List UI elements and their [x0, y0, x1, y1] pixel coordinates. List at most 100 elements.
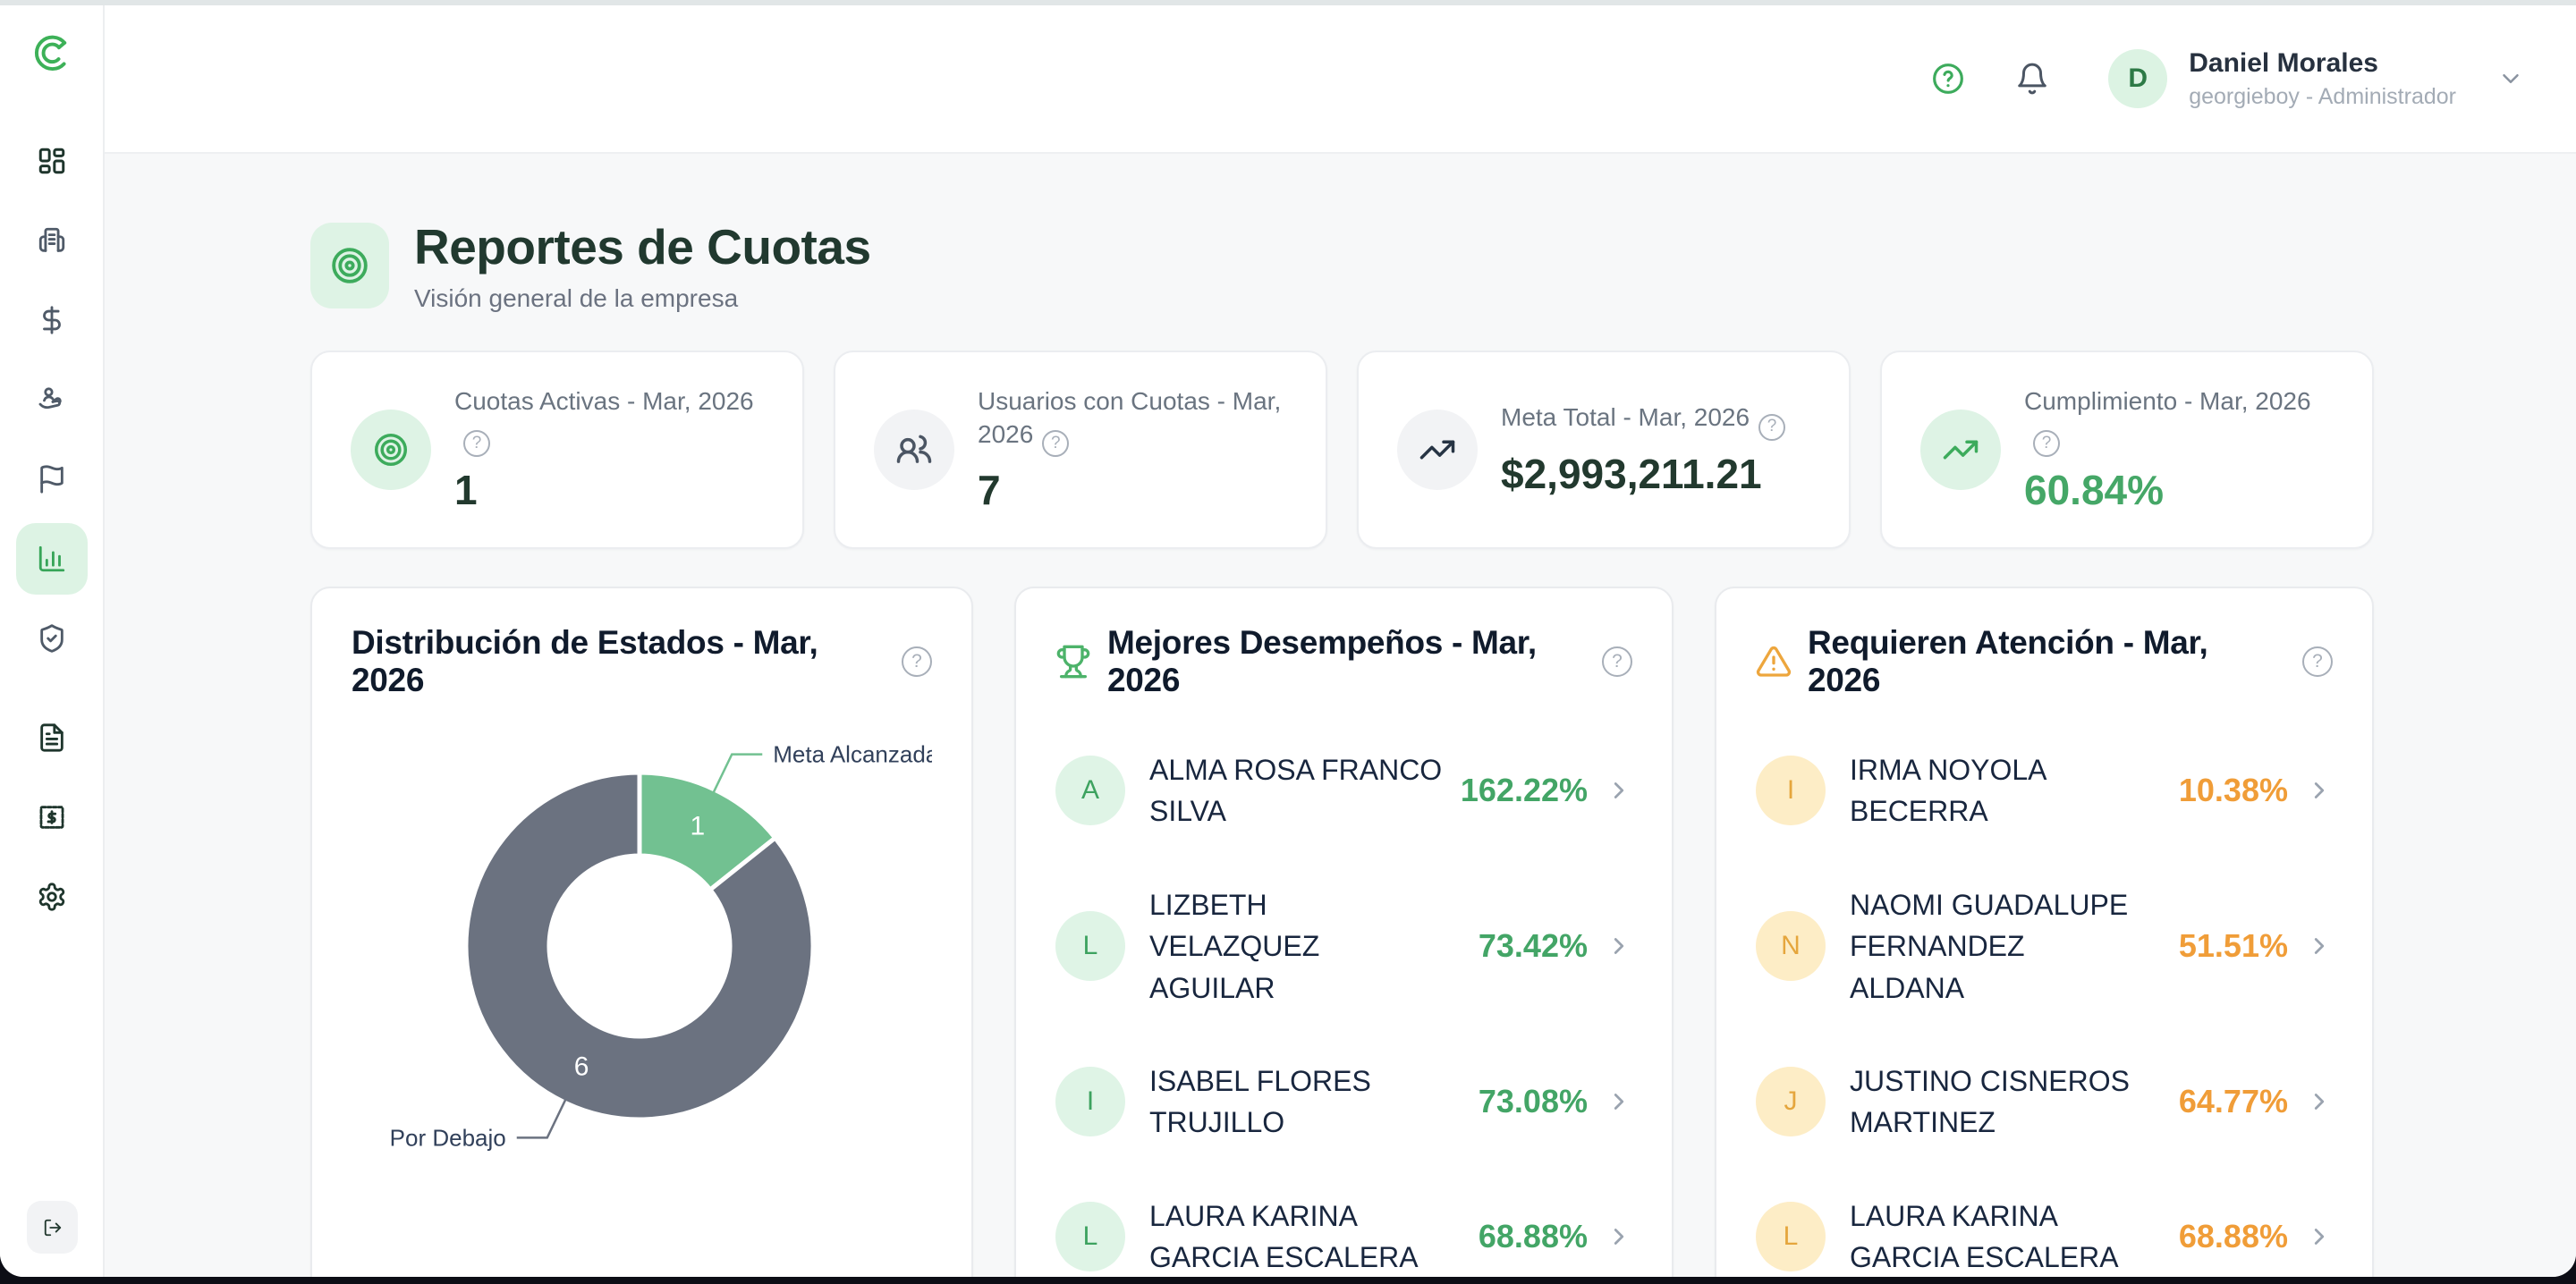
logout-icon: [43, 1218, 63, 1238]
dashboard-grid-icon: [37, 146, 67, 176]
chevron-right-icon[interactable]: [2306, 933, 2333, 959]
percent-value: 68.88%: [2145, 1218, 2288, 1255]
shield-check-icon: [37, 623, 67, 654]
chevron-right-icon[interactable]: [2306, 777, 2333, 804]
avatar: L: [1756, 1202, 1826, 1271]
panel-title: Distribución de Estados - Mar, 2026: [352, 624, 887, 699]
panel-title: Requieren Atención - Mar, 2026: [1808, 624, 2288, 699]
stat-label: Usuarios con Cuotas - Mar, 2026: [978, 387, 1281, 447]
dollar-icon: [37, 305, 67, 335]
sidebar-item-commissions[interactable]: [16, 364, 88, 435]
list-item[interactable]: A ALMA ROSA FRANCO SILVA 162.22%: [1055, 749, 1632, 832]
help-icon[interactable]: ?: [1042, 430, 1069, 457]
sidebar-item-reports[interactable]: [16, 523, 88, 595]
chevron-right-icon[interactable]: [1606, 933, 1632, 959]
target-icon: [351, 410, 431, 490]
trophy-icon: [1055, 644, 1091, 680]
trend-up-icon: [1920, 410, 2001, 490]
user-menu[interactable]: D Daniel Morales georgieboy - Administra…: [2108, 48, 2524, 110]
avatar: I: [1055, 1067, 1125, 1136]
stat-label: Cuotas Activas - Mar, 2026: [454, 387, 754, 415]
stat-label: Cumplimiento - Mar, 2026: [2024, 387, 2311, 415]
help-icon[interactable]: ?: [902, 646, 932, 677]
help-button[interactable]: [1929, 60, 1967, 97]
chevron-right-icon[interactable]: [1606, 1223, 1632, 1250]
sidebar-nav: [16, 125, 88, 941]
page-title: Reportes de Cuotas: [414, 218, 871, 275]
slice-value: 1: [691, 811, 706, 841]
stat-value: 60.84%: [2024, 466, 2340, 514]
list-item[interactable]: I IRMA NOYOLA BECERRA 10.38%: [1756, 749, 2333, 832]
gear-icon: [37, 882, 67, 912]
sidebar-item-companies[interactable]: [16, 205, 88, 276]
person-name: IRMA NOYOLA BECERRA: [1850, 749, 2145, 832]
panel-status-distribution: Distribución de Estados - Mar, 2026 ? 1 M…: [310, 587, 973, 1277]
list-item[interactable]: I ISABEL FLORES TRUJILLO 73.08%: [1055, 1060, 1632, 1144]
stat-cards: Cuotas Activas - Mar, 2026? 1 Usua: [310, 351, 2374, 549]
stat-card-compliance: Cumplimiento - Mar, 2026? 60.84%: [1880, 351, 2374, 549]
percent-value: 162.22%: [1445, 772, 1588, 809]
chevron-down-icon[interactable]: [2497, 65, 2524, 92]
list-item[interactable]: N NAOMI GUADALUPE FERNANDEZ ALDANA 51.51…: [1756, 884, 2333, 1009]
person-name: LIZBETH VELAZQUEZ AGUILAR: [1149, 884, 1445, 1009]
stat-card-active-quotas: Cuotas Activas - Mar, 2026? 1: [310, 351, 804, 549]
chevron-right-icon[interactable]: [1606, 1088, 1632, 1115]
panel-needs-attention: Requieren Atención - Mar, 2026 ? I IRMA …: [1715, 587, 2374, 1277]
content-area: Reportes de Cuotas Visión general de la …: [105, 154, 2576, 1277]
file-text-icon: [37, 722, 67, 753]
percent-value: 51.51%: [2145, 927, 2288, 965]
panel-title: Mejores Desempeños - Mar, 2026: [1107, 624, 1588, 699]
stat-value: 7: [978, 466, 1293, 514]
sidebar-item-dashboard[interactable]: [16, 125, 88, 197]
slice-value: 6: [574, 1052, 589, 1082]
person-name: ISABEL FLORES TRUJILLO: [1149, 1060, 1445, 1144]
avatar: N: [1756, 911, 1826, 981]
panel-top-performers: Mejores Desempeños - Mar, 2026 ? A ALMA …: [1014, 587, 1674, 1277]
list-item[interactable]: L LAURA KARINA GARCIA ESCALERA 68.88%: [1756, 1195, 2333, 1277]
person-name: ALMA ROSA FRANCO SILVA: [1149, 749, 1445, 832]
percent-value: 64.77%: [2145, 1083, 2288, 1120]
logout-button[interactable]: [27, 1201, 78, 1254]
brand-logo-icon: [27, 29, 77, 79]
help-circle-icon: [1930, 61, 1966, 97]
users-icon: [874, 410, 954, 490]
avatar: L: [1055, 911, 1125, 981]
user-name: Daniel Morales: [2189, 48, 2456, 79]
list-item[interactable]: J JUSTINO CISNEROS MARTINEZ 64.77%: [1756, 1060, 2333, 1144]
help-icon[interactable]: ?: [463, 430, 490, 457]
needs-attention-list: I IRMA NOYOLA BECERRA 10.38% N NAOMI GUA…: [1756, 749, 2333, 1277]
chevron-right-icon[interactable]: [2306, 1223, 2333, 1250]
person-name: JUSTINO CISNEROS MARTINEZ: [1850, 1060, 2145, 1144]
list-item[interactable]: L LIZBETH VELAZQUEZ AGUILAR 73.42%: [1055, 884, 1632, 1009]
chevron-right-icon[interactable]: [2306, 1088, 2333, 1115]
help-icon[interactable]: ?: [1602, 646, 1632, 677]
sidebar-item-sales[interactable]: [16, 284, 88, 356]
hand-user-icon: [37, 384, 67, 415]
topbar: D Daniel Morales georgieboy - Administra…: [105, 5, 2576, 154]
trend-up-icon: [1397, 410, 1478, 490]
avatar: J: [1756, 1067, 1826, 1136]
help-icon[interactable]: ?: [2302, 646, 2333, 677]
app-window: D Daniel Morales georgieboy - Administra…: [0, 0, 2576, 1277]
chevron-right-icon[interactable]: [1606, 777, 1632, 804]
percent-value: 68.88%: [1445, 1218, 1588, 1255]
person-name: NAOMI GUADALUPE FERNANDEZ ALDANA: [1850, 884, 2145, 1009]
notifications-button[interactable]: [2013, 60, 2051, 97]
avatar: A: [1055, 756, 1125, 825]
sidebar-item-settings[interactable]: [16, 861, 88, 933]
slice-label: Por Debajo: [390, 1124, 506, 1151]
sidebar-item-goals[interactable]: [16, 443, 88, 515]
receipt-dollar-icon: [37, 802, 67, 832]
sidebar-item-documents[interactable]: [16, 702, 88, 773]
stat-card-total-goal: Meta Total - Mar, 2026? $2,993,211.21: [1357, 351, 1851, 549]
panels-row: Distribución de Estados - Mar, 2026 ? 1 M…: [310, 587, 2374, 1277]
list-item[interactable]: L LAURA KARINA GARCIA ESCALERA 68.88%: [1055, 1195, 1632, 1277]
status-donut-chart: 1 Meta Alcanzada 6 Por Debajo: [352, 715, 932, 1221]
help-icon[interactable]: ?: [2033, 430, 2060, 457]
page-subtitle: Visión general de la empresa: [414, 284, 871, 313]
sidebar-item-audit[interactable]: [16, 603, 88, 674]
sidebar-item-invoices[interactable]: [16, 781, 88, 853]
help-icon[interactable]: ?: [1758, 414, 1785, 441]
person-name: LAURA KARINA GARCIA ESCALERA: [1850, 1195, 2145, 1277]
slice-label: Meta Alcanzada: [773, 741, 932, 768]
